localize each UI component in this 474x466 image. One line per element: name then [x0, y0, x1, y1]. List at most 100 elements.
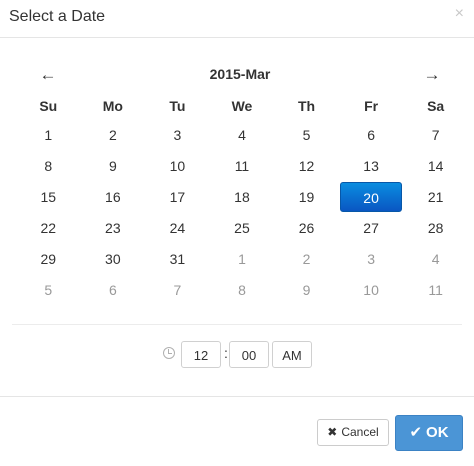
day-number: 10 [169, 158, 186, 174]
day-cell[interactable]: 11 [403, 275, 468, 306]
month-label[interactable]: 2015-Mar [16, 66, 464, 82]
day-cell[interactable]: 4 [403, 244, 468, 275]
day-cell[interactable]: 7 [145, 275, 210, 306]
day-number: 6 [367, 127, 375, 143]
day-cell[interactable]: 3 [339, 244, 404, 275]
dialog-footer: ✖ Cancel ✔ OK [0, 396, 474, 466]
time-separator: : [224, 345, 228, 361]
day-cell[interactable]: 25 [210, 213, 275, 244]
day-cell[interactable]: 27 [339, 213, 404, 244]
day-number: 10 [363, 282, 379, 298]
day-number: 21 [427, 189, 444, 205]
day-cell[interactable]: 24 [145, 213, 210, 244]
hour-field[interactable]: 12 [181, 341, 221, 368]
day-cell[interactable]: 23 [81, 213, 146, 244]
day-cell[interactable]: 17 [145, 182, 210, 213]
weekday-label: Sa [427, 98, 445, 114]
calendar: ← 2015-Mar → Su Mo Tu We Th Fr Sa 1 2 3 4 5 6 7 8 9 10 1… [16, 60, 464, 306]
day-number: 28 [427, 220, 444, 236]
cancel-button[interactable]: ✖ Cancel [317, 419, 389, 446]
selected-day-cell[interactable]: 20 [339, 182, 404, 213]
day-cell[interactable]: 22 [16, 213, 81, 244]
dialog-title: Select a Date [9, 8, 106, 25]
day-number: 9 [302, 282, 311, 298]
day-number: 5 [302, 127, 311, 143]
day-cell[interactable]: 19 [274, 182, 339, 213]
day-number: 19 [298, 189, 315, 205]
day-number: 1 [238, 251, 246, 267]
close-icon[interactable]: × [455, 4, 464, 24]
minute-field[interactable]: 00 [229, 341, 269, 368]
day-number: 26 [298, 220, 315, 236]
day-cell[interactable]: 31 [145, 244, 210, 275]
day-number: 8 [238, 282, 246, 298]
day-number: 30 [105, 251, 121, 267]
weekday-label: Su [39, 98, 58, 114]
day-number: 2 [302, 251, 311, 267]
calendar-nav: ← 2015-Mar → [16, 60, 464, 92]
day-number: 1 [44, 127, 53, 143]
day-number: 4 [431, 251, 440, 267]
day-cell[interactable]: 1 [210, 244, 275, 275]
day-number: 20 [340, 182, 403, 212]
close-icon: ✖ [327, 425, 338, 439]
day-cell[interactable]: 10 [339, 275, 404, 306]
date-picker-dialog: Select a Date × ← 2015-Mar → Su Mo Tu We Th F… [0, 0, 474, 465]
weekday-header: Su Mo Tu We Th Fr Sa [16, 92, 464, 120]
day-cell[interactable]: 11 [210, 151, 275, 182]
day-cell[interactable]: 14 [403, 151, 468, 182]
day-cell[interactable]: 16 [81, 182, 146, 213]
day-number: 13 [363, 158, 379, 174]
ok-button[interactable]: ✔ OK [395, 415, 463, 451]
day-cell[interactable]: 9 [81, 151, 146, 182]
day-cell[interactable]: 5 [274, 120, 339, 151]
day-number: 23 [105, 220, 121, 236]
next-month-arrow-icon[interactable]: → [418, 64, 446, 86]
day-cell[interactable]: 9 [274, 275, 339, 306]
day-number: 11 [234, 158, 250, 174]
day-number: 22 [40, 220, 57, 236]
day-number: 14 [427, 158, 444, 174]
cancel-label: Cancel [341, 425, 379, 439]
day-cell[interactable]: 7 [403, 120, 468, 151]
day-cell[interactable]: 8 [16, 151, 81, 182]
day-number: 12 [298, 158, 315, 174]
day-cell[interactable]: 6 [339, 120, 404, 151]
check-icon: ✔ [409, 424, 423, 441]
day-cell[interactable]: 4 [210, 120, 275, 151]
day-number: 8 [44, 158, 53, 174]
day-number: 9 [108, 158, 117, 174]
day-cell[interactable]: 6 [81, 275, 146, 306]
day-cell[interactable]: 28 [403, 213, 468, 244]
weekday-label: Th [297, 98, 316, 114]
day-number: 27 [363, 220, 379, 236]
day-cell[interactable]: 2 [274, 244, 339, 275]
day-number: 29 [40, 251, 57, 267]
day-cell[interactable]: 2 [81, 120, 146, 151]
day-cell[interactable]: 12 [274, 151, 339, 182]
am-pm-toggle[interactable]: AM [272, 341, 312, 368]
time-picker: 12 : 00 AM [0, 341, 474, 369]
day-cell[interactable]: 8 [210, 275, 275, 306]
day-cell[interactable]: 13 [339, 151, 404, 182]
divider [12, 324, 462, 325]
day-cell[interactable]: 1 [16, 120, 81, 151]
ok-label: OK [426, 424, 449, 441]
weekday-label: Fr [364, 98, 379, 114]
day-cell[interactable]: 30 [81, 244, 146, 275]
day-number: 7 [173, 282, 182, 298]
day-number: 7 [431, 127, 440, 143]
day-cell[interactable]: 26 [274, 213, 339, 244]
day-number: 4 [238, 127, 246, 143]
day-number: 16 [105, 189, 121, 205]
day-cell[interactable]: 10 [145, 151, 210, 182]
day-cell[interactable]: 29 [16, 244, 81, 275]
day-cell[interactable]: 3 [145, 120, 210, 151]
day-cell[interactable]: 18 [210, 182, 275, 213]
day-cell[interactable]: 15 [16, 182, 81, 213]
day-number: 3 [367, 251, 375, 267]
day-cell[interactable]: 21 [403, 182, 468, 213]
day-cell[interactable]: 5 [16, 275, 81, 306]
day-number: 24 [169, 220, 186, 236]
day-number: 3 [173, 127, 182, 143]
